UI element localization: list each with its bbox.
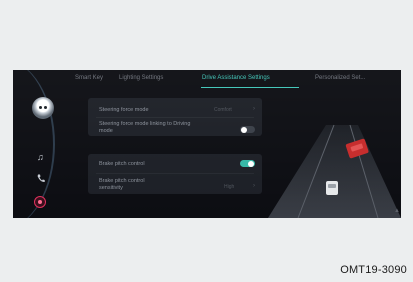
tab-smart-key[interactable]: Smart Key (75, 75, 103, 81)
phone-icon[interactable] (37, 174, 45, 185)
brake-pitch-toggle[interactable] (240, 160, 255, 167)
road-surface (268, 125, 401, 218)
music-note-icon[interactable]: ♫ (37, 152, 44, 162)
steering-force-mode-value[interactable]: Comfort (214, 107, 232, 113)
brake-pitch-label: Brake pitch control (99, 161, 145, 167)
row-divider (96, 173, 254, 174)
assistant-avatar[interactable] (32, 97, 54, 119)
steering-link-toggle[interactable] (240, 126, 255, 133)
row-divider (96, 117, 254, 118)
brake-sensitivity-value[interactable]: High (224, 184, 234, 190)
home-icon[interactable] (34, 196, 46, 208)
settings-panel-brake: Brake pitch control Brake pitch control … (88, 154, 262, 194)
figure-code: OMT19-3090 (340, 264, 407, 276)
tab-drive-assistance-settings[interactable]: Drive Assistance Settings (202, 75, 270, 81)
infotainment-screen: Smart Key Lighting Settings Drive Assist… (13, 70, 401, 218)
settings-panel-steering: Steering force mode Comfort › Steering f… (88, 98, 262, 136)
sidebar-divider-arc (13, 70, 55, 218)
scroll-indicator-icon: ▲ (394, 208, 400, 214)
steering-force-mode-label: Steering force mode (99, 107, 149, 113)
avatar-eye-right (44, 106, 47, 109)
tab-personalized-settings[interactable]: Personalized Set... (315, 75, 365, 81)
avatar-eye-left (39, 106, 42, 109)
chevron-right-icon[interactable]: › (253, 183, 255, 189)
tab-lighting-settings[interactable]: Lighting Settings (119, 75, 163, 81)
active-tab-indicator (201, 87, 299, 88)
chevron-right-icon[interactable]: › (253, 106, 255, 112)
steering-link-label: Steering force mode linking to Driving m… (99, 121, 191, 134)
road-illustration (268, 124, 401, 218)
sidebar: ♫ (13, 70, 59, 218)
brake-sensitivity-label: Brake pitch control sensitivity (99, 178, 145, 191)
